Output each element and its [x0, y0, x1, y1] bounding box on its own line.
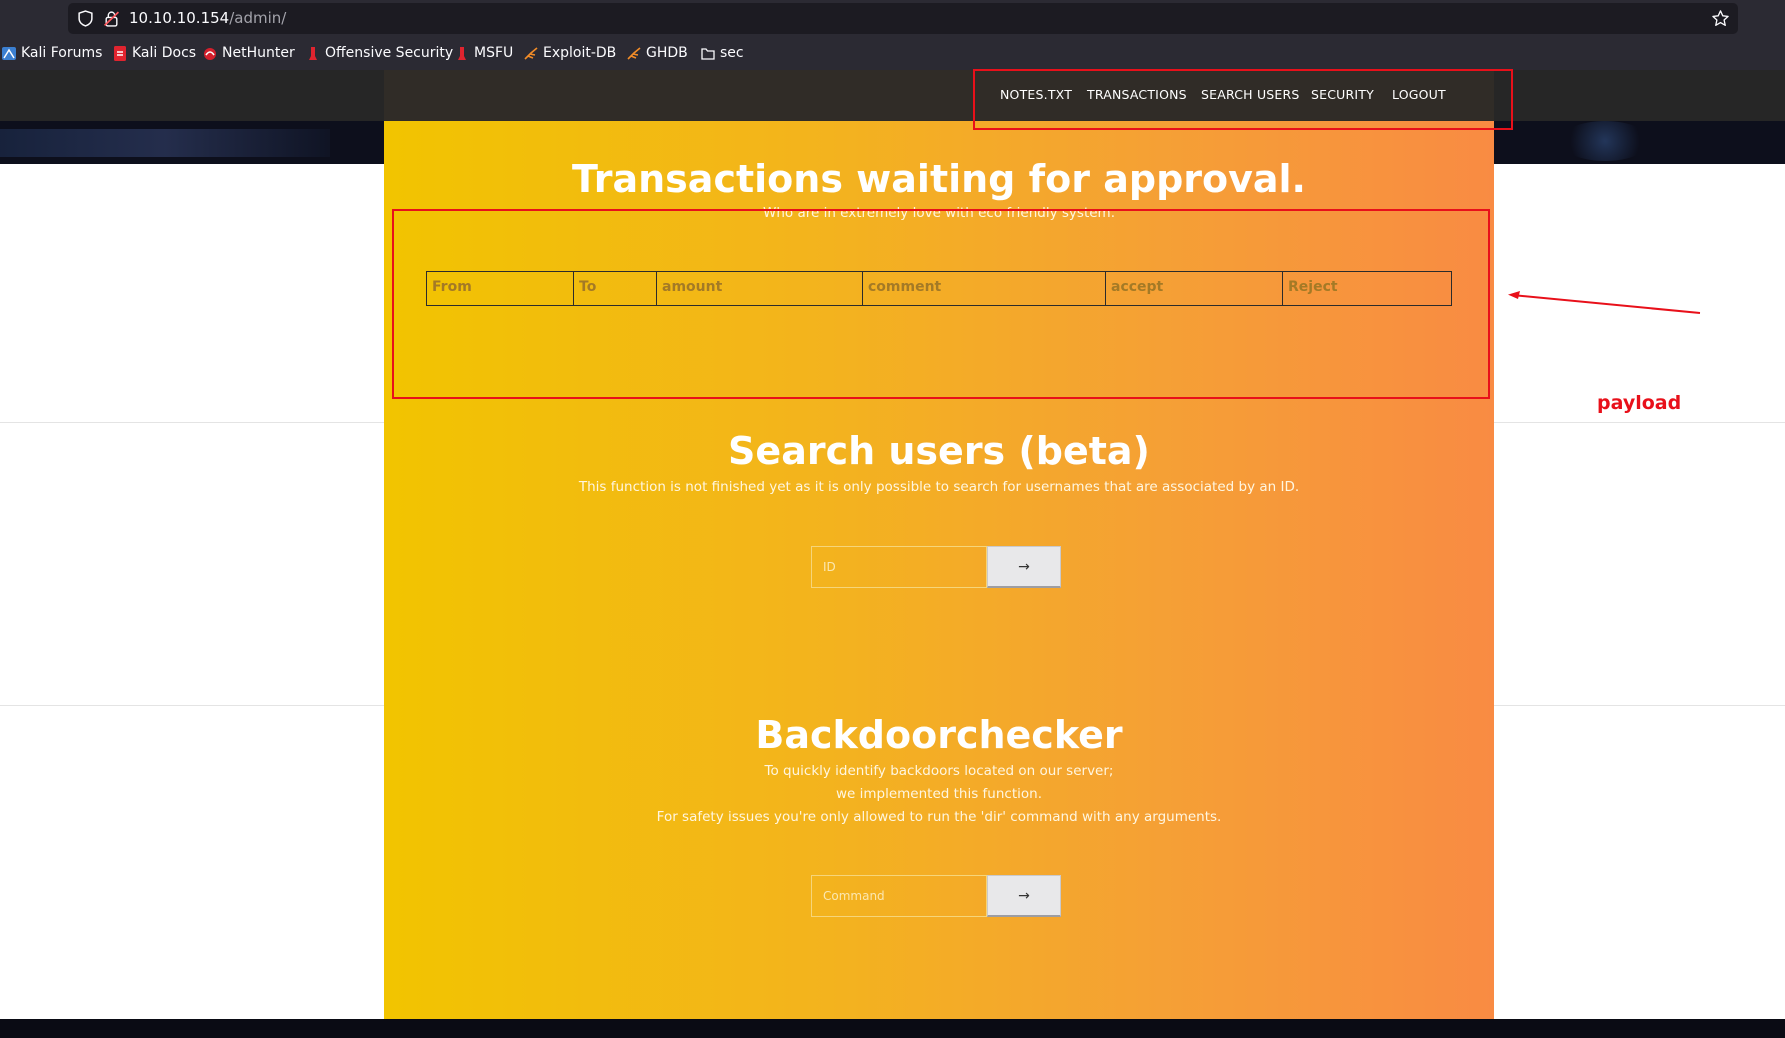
address-bar[interactable]: 10.10.10.154/admin/: [68, 3, 1738, 34]
kali-dragon-icon: [2, 46, 16, 60]
section-divider: [1494, 705, 1785, 706]
annotation-box-transactions: [392, 209, 1490, 399]
exploitdb-icon: [627, 46, 641, 60]
bookmark-label: NetHunter: [222, 45, 295, 61]
site-navbar: NOTES.TXT TRANSACTIONS SEARCH USERS SECU…: [0, 70, 1785, 121]
annotation-arrow-icon: [1508, 291, 1701, 314]
backdoorchecker-title: Backdoorchecker: [755, 713, 1123, 757]
transactions-title: Transactions waiting for approval.: [572, 157, 1306, 201]
folder-icon: [701, 47, 715, 60]
url-path: /admin/: [229, 9, 287, 27]
offsec-icon: [309, 46, 317, 60]
bookmark-star-icon[interactable]: [1711, 9, 1730, 28]
bookmark-label: Kali Forums: [21, 45, 103, 61]
bookmark-folder-sec[interactable]: sec: [701, 45, 744, 61]
backdoorchecker-line-3: For safety issues you're only allowed to…: [656, 809, 1222, 825]
section-divider: [0, 422, 384, 423]
bookmark-label: Offensive Security: [325, 45, 454, 61]
insecure-lock-icon[interactable]: [103, 10, 120, 27]
search-users-title: Search users (beta): [728, 429, 1150, 473]
command-submit-button[interactable]: →: [987, 875, 1061, 917]
bookmark-kali-docs[interactable]: Kali Docs: [113, 45, 196, 61]
bookmark-msfu[interactable]: MSFU: [455, 45, 513, 61]
bookmark-exploit-db[interactable]: Exploit-DB: [524, 45, 616, 61]
offsec-icon: [458, 46, 466, 60]
bookmark-label: sec: [720, 45, 744, 61]
bookmarks-toolbar: Kali Forums Kali Docs NetHunter Offensiv…: [0, 38, 1785, 70]
url-text[interactable]: 10.10.10.154/admin/: [129, 9, 286, 27]
exploitdb-icon: [524, 46, 538, 60]
backdoorchecker-line-2: we implemented this function.: [835, 786, 1042, 802]
annotation-label-payload: payload: [1597, 392, 1682, 414]
shield-icon[interactable]: [77, 10, 94, 27]
bookmark-offensive-security[interactable]: Offensive Security: [306, 45, 453, 61]
search-users-form: →: [811, 546, 1061, 588]
bookmark-label: MSFU: [474, 45, 514, 61]
bookmark-label: Kali Docs: [132, 45, 197, 61]
backdoorchecker-line-1: To quickly identify backdoors located on…: [764, 763, 1114, 779]
annotation-box-navbar: [973, 69, 1513, 130]
search-submit-button[interactable]: →: [987, 546, 1061, 588]
bookmark-nethunter[interactable]: NetHunter: [203, 45, 295, 61]
page-footer: [0, 1019, 1785, 1038]
command-input[interactable]: [811, 875, 987, 917]
search-users-subtitle: This function is not finished yet as it …: [578, 479, 1300, 495]
nethunter-icon: [204, 47, 216, 60]
hero-blur-left: [0, 129, 330, 157]
bookmark-kali-forums[interactable]: Kali Forums: [2, 45, 102, 61]
section-divider: [0, 705, 384, 706]
bookmark-label: GHDB: [646, 45, 688, 61]
hero-blur-right: [1560, 121, 1650, 161]
bookmark-ghdb[interactable]: GHDB: [627, 45, 688, 61]
user-id-input[interactable]: [811, 546, 987, 588]
section-divider: [1494, 422, 1785, 423]
kali-docs-icon: [114, 45, 126, 61]
backdoor-command-form: →: [811, 875, 1061, 917]
url-host: 10.10.10.154: [129, 9, 230, 27]
browser-toolbar: 10.10.10.154/admin/: [0, 0, 1785, 38]
bookmark-label: Exploit-DB: [543, 45, 617, 61]
